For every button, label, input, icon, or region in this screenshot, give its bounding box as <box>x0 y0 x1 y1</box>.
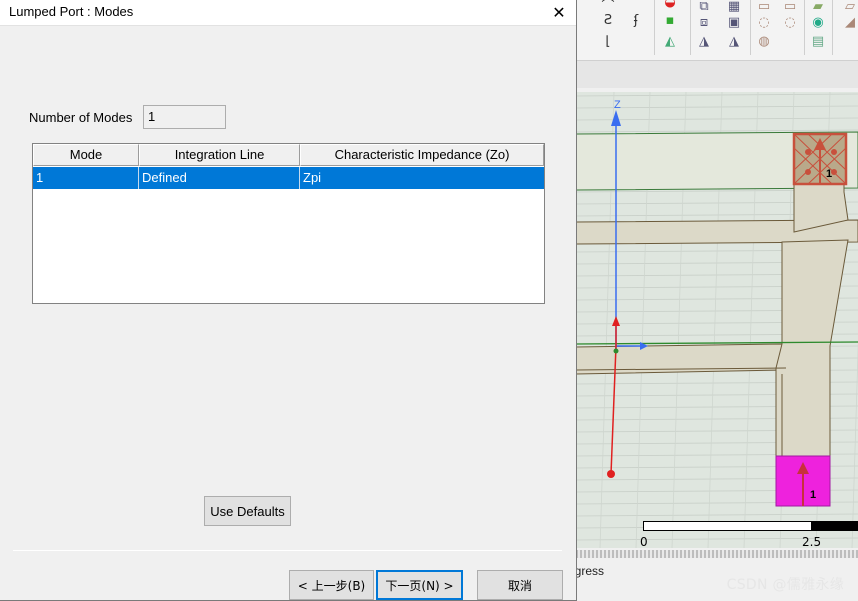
toolbar-divider <box>832 0 833 55</box>
draw-plane-icon[interactable]: ◭ <box>662 33 678 49</box>
cancel-button[interactable]: 取消 <box>477 570 563 600</box>
toolbar-divider <box>804 0 805 55</box>
cell-mode[interactable]: 1 <box>33 167 139 189</box>
viewport-canvas: 1 1 Z <box>576 92 858 548</box>
ruler-label-0: 0 <box>640 535 648 549</box>
status-bar: ogress CSDN @儒雅永缘 <box>568 558 858 601</box>
column-header-mode[interactable]: Mode <box>33 144 139 166</box>
ruler-label-2-5: 2.5 <box>802 535 822 549</box>
axis-z-head <box>611 110 621 126</box>
port-label-top: 1 <box>826 168 832 180</box>
draw-spline-icon[interactable]: Ƨ <box>600 12 616 28</box>
port-dot <box>805 149 811 155</box>
use-defaults-button[interactable]: Use Defaults <box>204 496 291 526</box>
patch-stub <box>775 239 849 457</box>
draw-point-icon[interactable]: ▪ <box>662 12 678 28</box>
close-icon[interactable]: ✕ <box>542 0 576 24</box>
modeler-toolbar: ⌒ Ƨ ⌊ ʄ ◒ ▪ ◭ ⧉ ⧈ ◮ ▦ ▣ ◮ ▭ ◌ ◍ ▭ ◌ ▰ ◉ … <box>576 0 858 88</box>
origin-point <box>613 348 619 354</box>
intersect-icon[interactable]: ▦ <box>726 0 742 14</box>
subtract-icon[interactable]: ⧈ <box>696 14 712 30</box>
face-icon[interactable]: ◉ <box>810 14 826 30</box>
table-row[interactable]: 1 Defined Zpi <box>33 167 544 189</box>
number-of-modes-label: Number of Modes <box>29 110 133 125</box>
cylinder-icon[interactable]: ◌ <box>756 14 772 30</box>
modeler-viewport[interactable]: 1 1 Z <box>576 92 858 548</box>
grid-line <box>576 93 858 97</box>
ruler-bar <box>643 521 858 531</box>
dialog-titlebar[interactable]: Lumped Port : Modes ✕ <box>0 0 576 26</box>
screen: ⌒ Ƨ ⌊ ʄ ◒ ▪ ◭ ⧉ ⧈ ◮ ▦ ▣ ◮ ▭ ◌ ◍ ▭ ◌ ▰ ◉ … <box>0 0 858 601</box>
draw-point-icon[interactable]: ◒ <box>662 0 678 10</box>
toolbar-divider <box>750 0 751 55</box>
cell-integration-line[interactable]: Defined <box>139 167 300 189</box>
watermark: CSDN @儒雅永缘 <box>726 577 844 593</box>
draw-curve-icon[interactable]: ⌊ <box>600 33 616 49</box>
wedge-icon[interactable]: ◢ <box>842 14 858 30</box>
toolbar-band <box>576 60 858 88</box>
port-label-bottom: 1 <box>810 489 816 501</box>
splitter-strip[interactable] <box>576 550 858 558</box>
column-header-integration-line[interactable]: Integration Line <box>139 144 300 166</box>
column-header-impedance[interactable]: Characteristic Impedance (Zo) <box>300 144 544 166</box>
grid-line <box>576 129 858 133</box>
scale-ruler: 0 2.5 <box>576 515 858 551</box>
draw-arc-icon[interactable]: ⌒ <box>600 0 616 14</box>
split-icon[interactable]: ▣ <box>726 14 742 30</box>
axis-z-label: Z <box>614 99 621 111</box>
port-dot <box>831 149 837 155</box>
imprint-icon[interactable]: ◮ <box>726 33 742 49</box>
axis-red-head <box>612 316 620 326</box>
toolbar-divider <box>654 0 655 55</box>
back-button[interactable]: < 上一步(B) <box>289 570 374 600</box>
unite-icon[interactable]: ⧉ <box>696 0 712 14</box>
sweep-icon[interactable]: ◮ <box>696 33 712 49</box>
cell-impedance[interactable]: Zpi <box>300 167 544 189</box>
wire-icon[interactable]: ▰ <box>810 0 826 14</box>
table-header: Mode Integration Line Characteristic Imp… <box>33 144 544 166</box>
dialog-title: Lumped Port : Modes <box>9 4 134 19</box>
sphere-icon[interactable]: ◍ <box>756 33 772 49</box>
lumped-port-modes-dialog: Lumped Port : Modes ✕ Number of Modes 1 … <box>0 0 577 601</box>
origin-marker <box>607 470 615 478</box>
equation-curve-icon[interactable]: ʄ <box>628 12 644 28</box>
next-button[interactable]: 下一页(N) > <box>376 570 463 600</box>
modes-table: Mode Integration Line Characteristic Imp… <box>32 143 545 304</box>
cone-icon[interactable]: ▭ <box>782 0 798 14</box>
number-of-modes-field[interactable]: 1 <box>143 105 226 129</box>
sheet-icon[interactable]: ▤ <box>810 33 826 49</box>
dialog-separator <box>13 550 562 551</box>
port-dot <box>805 169 811 175</box>
ruler-segment <box>811 522 857 530</box>
helix-icon[interactable]: ▱ <box>842 0 858 14</box>
toolbar-divider <box>690 0 691 55</box>
box-icon[interactable]: ▭ <box>756 0 772 14</box>
torus-icon[interactable]: ◌ <box>782 14 798 30</box>
